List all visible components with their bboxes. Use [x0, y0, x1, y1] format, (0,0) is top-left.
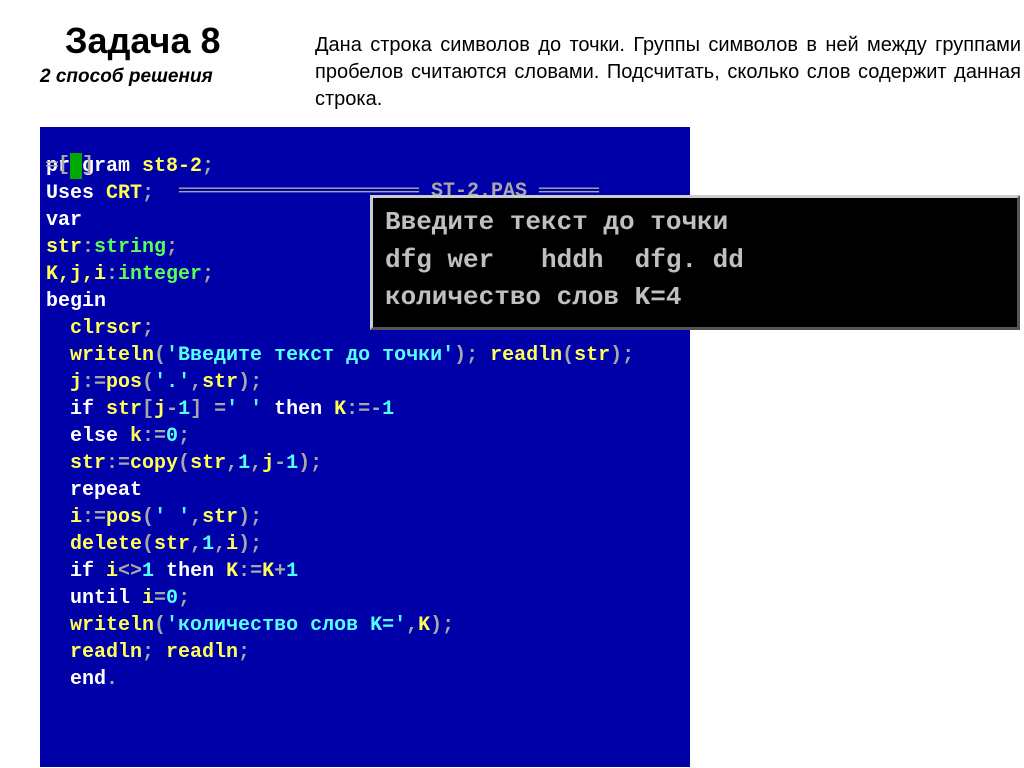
code-line-15: delete(str,1,i);: [46, 531, 690, 558]
code-line-18: writeln('количество слов K=',K);: [46, 612, 690, 639]
code-line-20: end.: [46, 666, 690, 693]
cursor-icon: █: [70, 153, 82, 179]
console-output-window: Введите текст до точки dfg wer hddh dfg.…: [370, 195, 1020, 330]
code-line-17: until i=0;: [46, 585, 690, 612]
titlebar-left-marker: ═[█]: [46, 153, 94, 179]
code-line-14: i:=pos(' ',str);: [46, 504, 690, 531]
code-line-16: if i<>1 then K:=K+1: [46, 558, 690, 585]
code-line-13: repeat: [46, 477, 690, 504]
editor-titlebar: ═[█] ════════════════════ ST-2.PAS ═════: [40, 127, 690, 153]
output-line-2: dfg wer hddh dfg. dd: [385, 242, 1005, 280]
code-line-19: readln; readln;: [46, 639, 690, 666]
code-line-12: str:=copy(str,1,j-1);: [46, 450, 690, 477]
output-line-1: Введите текст до точки: [385, 204, 1005, 242]
code-line-10: if str[j-1] =' ' then K:=-1: [46, 396, 690, 423]
code-line-8: writeln('Введите текст до точки'); readl…: [46, 342, 690, 369]
output-line-3: количество слов K=4: [385, 279, 1005, 317]
task-description: Дана строка символов до точки. Группы си…: [315, 32, 1021, 113]
code-line-9: j:=pos('.',str);: [46, 369, 690, 396]
code-line-11: else k:=0;: [46, 423, 690, 450]
